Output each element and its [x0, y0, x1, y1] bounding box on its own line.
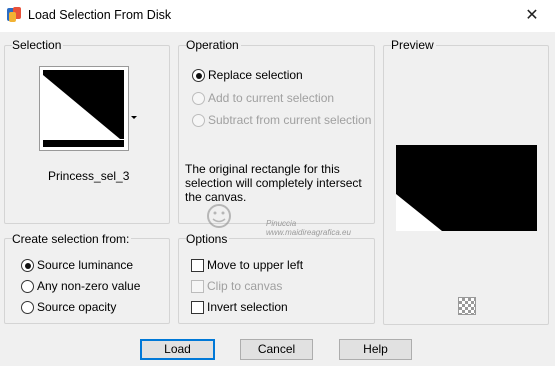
preview-group-label: Preview — [391, 38, 436, 52]
cancel-button[interactable]: Cancel — [240, 339, 313, 360]
invert-selection-checkbox[interactable] — [191, 301, 204, 314]
subtract-from-selection-label: Subtract from current selection — [208, 113, 372, 127]
preview-image — [396, 145, 537, 231]
selection-group-label: Selection — [12, 38, 64, 52]
options-group: Move to upper left Clip to canvas Invert… — [178, 238, 375, 324]
help-button[interactable]: Help — [339, 339, 412, 360]
create-from-group: Source luminance Any non-zero value Sour… — [4, 238, 170, 324]
operation-group-label: Operation — [186, 38, 241, 52]
move-to-upper-left-checkbox[interactable] — [191, 259, 204, 272]
replace-selection-radio[interactable] — [192, 69, 205, 82]
source-opacity-label[interactable]: Source opacity — [37, 300, 116, 314]
any-non-zero-value-radio[interactable] — [21, 280, 34, 293]
title-bar: Load Selection From Disk ✕ — [0, 0, 555, 32]
options-group-label: Options — [186, 232, 230, 246]
create-from-group-label: Create selection from: — [12, 232, 132, 246]
app-icon — [7, 7, 21, 22]
operation-note-line-2: selection will completely intersect — [185, 176, 362, 190]
source-luminance-label[interactable]: Source luminance — [37, 258, 133, 272]
clip-to-canvas-label: Clip to canvas — [207, 279, 283, 293]
selection-thumbnail[interactable] — [39, 66, 129, 151]
window-title: Load Selection From Disk — [28, 8, 172, 22]
add-to-selection-radio — [192, 92, 205, 105]
close-icon[interactable]: ✕ — [509, 0, 555, 31]
watermark-line-2: www.maidireagrafica.eu — [266, 228, 351, 237]
source-opacity-radio[interactable] — [21, 301, 34, 314]
clip-to-canvas-checkbox — [191, 280, 204, 293]
dialog-body: Princess_sel_3 Selection Replace selecti… — [0, 32, 555, 366]
add-to-selection-label: Add to current selection — [208, 91, 335, 105]
dropdown-arrow-icon[interactable] — [131, 116, 137, 120]
replace-selection-label[interactable]: Replace selection — [208, 68, 303, 82]
operation-group: Replace selection Add to current selecti… — [178, 45, 375, 224]
subtract-from-selection-radio — [192, 114, 205, 127]
selection-group: Princess_sel_3 — [4, 45, 170, 224]
watermark-line-1: Pinuccia — [266, 219, 297, 228]
load-button[interactable]: Load — [140, 339, 215, 360]
watermark-logo — [207, 204, 231, 228]
invert-selection-label[interactable]: Invert selection — [207, 300, 288, 314]
selection-file-name: Princess_sel_3 — [48, 169, 130, 183]
source-luminance-radio[interactable] — [21, 259, 34, 272]
transparency-checker-icon[interactable] — [458, 297, 476, 315]
move-to-upper-left-label[interactable]: Move to upper left — [207, 258, 303, 272]
operation-note-line-1: The original rectangle for this — [185, 162, 340, 176]
any-non-zero-value-label[interactable]: Any non-zero value — [37, 279, 140, 293]
